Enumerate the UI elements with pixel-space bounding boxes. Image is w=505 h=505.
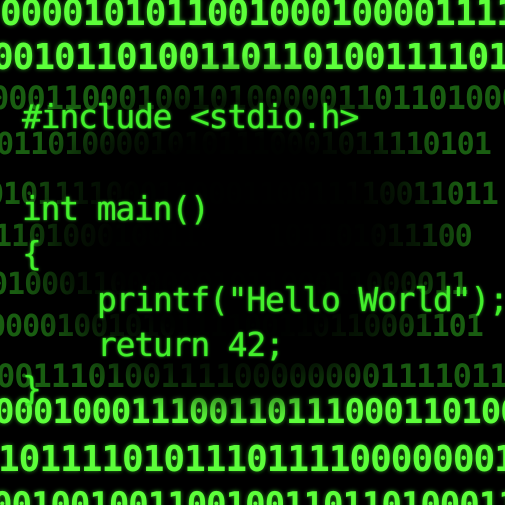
code-background-image: 000010101100100010000111100001 001011010…	[0, 0, 505, 505]
printf-line: printf("Hello World");	[97, 280, 505, 319]
include-line: #include <stdio.h>	[22, 97, 359, 136]
open-brace: {	[22, 234, 42, 273]
main-declaration-line: int main()	[22, 189, 210, 228]
return-line: return 42;	[97, 325, 285, 364]
code-snippet: #include <stdio.h> int main() { printf("…	[0, 0, 505, 505]
close-brace: }	[22, 369, 42, 408]
